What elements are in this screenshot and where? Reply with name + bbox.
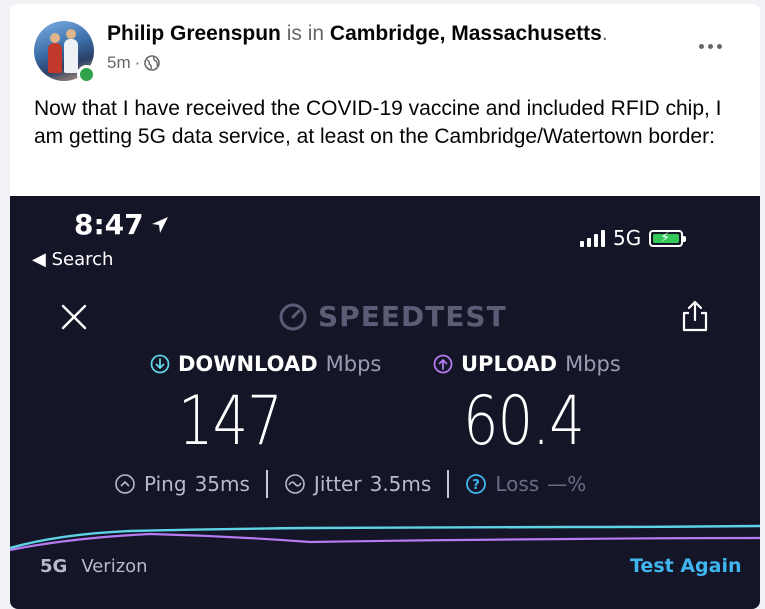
upload-title: UPLOAD	[461, 352, 558, 376]
provider-info: 5G Verizon	[40, 556, 148, 577]
post-header: Philip Greenspun is in Cambridge, Massac…	[107, 22, 608, 46]
author-name[interactable]: Philip Greenspun	[107, 22, 281, 45]
ping-stat: Ping 35ms	[114, 472, 250, 496]
jitter-icon	[285, 474, 305, 494]
post-card: Philip Greenspun is in Cambridge, Massac…	[10, 4, 760, 609]
online-status-dot	[77, 65, 96, 84]
stats-divider	[447, 470, 450, 498]
svg-text:?: ?	[473, 478, 481, 493]
speed-graph	[10, 524, 760, 552]
more-options-icon[interactable]	[692, 34, 728, 58]
status-time-label: 8:47	[74, 208, 144, 241]
help-icon[interactable]: ?	[465, 473, 487, 495]
loss-unit: %	[567, 472, 587, 496]
upload-speed-value: 60.4	[463, 382, 585, 461]
loss-label: Loss	[495, 472, 540, 496]
ping-value: 35	[194, 472, 221, 496]
upload-unit: Mbps	[565, 352, 621, 376]
jitter-label: Jitter	[313, 472, 362, 496]
ping-icon	[115, 474, 135, 494]
provider-tech: 5G	[40, 556, 68, 577]
post-text: Now that I have received the COVID-19 va…	[34, 97, 722, 148]
app-name: SPEEDTEST	[318, 300, 507, 333]
download-arrow-icon	[150, 354, 170, 374]
status-time: 8:47	[74, 208, 170, 241]
download-unit: Mbps	[325, 352, 382, 376]
upload-label: UPLOAD Mbps	[433, 352, 621, 376]
network-type: 5G	[613, 226, 642, 250]
battery-charging-icon: ⚡	[649, 229, 687, 247]
status-indicators: 5G ⚡	[580, 226, 687, 250]
close-icon[interactable]	[60, 303, 88, 331]
upload-arrow-icon	[433, 354, 453, 374]
jitter-stat: Jitter 3.5ms	[284, 472, 431, 496]
location-arrow-icon	[151, 216, 168, 233]
ping-unit: ms	[220, 472, 250, 496]
download-speed-value: 147	[178, 382, 283, 461]
timestamp[interactable]: 5m	[107, 53, 131, 73]
meta-separator: ·	[134, 53, 141, 72]
share-icon[interactable]	[681, 299, 709, 333]
header-connector: is in	[286, 22, 325, 45]
test-again-button[interactable]: Test Again	[630, 555, 742, 577]
location-link[interactable]: Cambridge, Massachusetts	[330, 22, 602, 45]
stats-divider	[265, 470, 268, 498]
download-title: DOWNLOAD	[178, 352, 318, 376]
jitter-value: 3.5	[369, 472, 402, 496]
cellular-signal-icon	[580, 229, 605, 247]
loss-value: —	[547, 472, 568, 496]
gauge-icon	[279, 303, 307, 330]
download-label: DOWNLOAD Mbps	[150, 352, 381, 376]
header-period: .	[601, 22, 608, 45]
provider-name: Verizon	[81, 556, 148, 577]
globe-icon[interactable]	[144, 55, 161, 71]
back-to-search[interactable]: ◀ Search	[32, 249, 113, 270]
latency-stats: Ping 35ms Jitter 3.5ms ? Loss —%	[114, 470, 586, 498]
jitter-unit: ms	[401, 472, 432, 496]
speedtest-screenshot[interactable]: 8:47 ◀ Search 5G ⚡ SPEEDTEST DOWNLOAD Mb…	[10, 196, 760, 609]
post-meta: 5m ·	[107, 53, 161, 73]
ping-label: Ping	[144, 472, 187, 496]
loss-stat[interactable]: ? Loss —%	[465, 472, 586, 496]
speedtest-logo: SPEEDTEST	[278, 300, 507, 333]
